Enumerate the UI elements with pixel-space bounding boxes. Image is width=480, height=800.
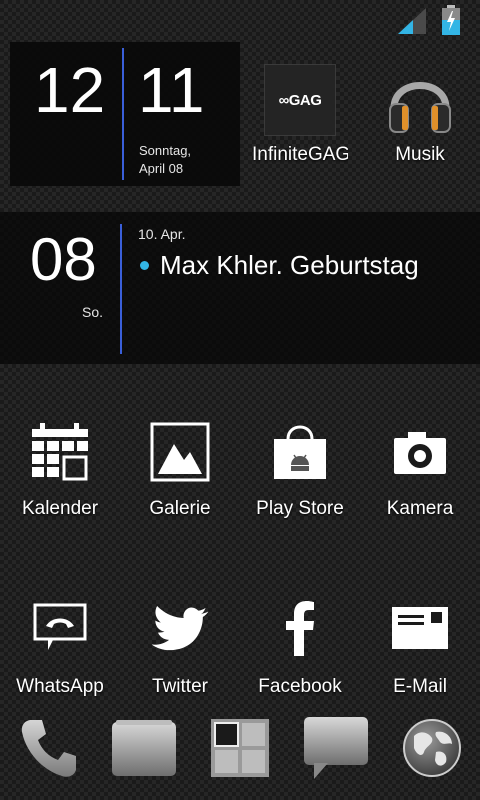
clock-date: April 08 — [139, 161, 184, 176]
app-musik[interactable]: Musik — [360, 64, 480, 166]
camera-icon — [388, 420, 452, 484]
messaging-icon — [302, 715, 370, 786]
dock-phone[interactable] — [0, 710, 96, 790]
app-email[interactable]: E-Mail — [360, 596, 480, 698]
dock-app-drawer[interactable] — [192, 710, 288, 790]
app-infinitegag[interactable]: ∞GAG InfiniteGAG — [240, 64, 360, 166]
battery-charging-icon — [442, 5, 460, 40]
calendar-day-number: 08 — [30, 226, 97, 293]
clock-minute: 11 — [138, 54, 205, 126]
app-label: Twitter — [152, 676, 208, 697]
facebook-icon — [268, 596, 332, 660]
app-label: Kalender — [21, 498, 99, 519]
dock-messaging[interactable] — [288, 710, 384, 790]
calendar-icon — [28, 420, 92, 484]
app-label: Musik — [395, 144, 445, 165]
browser-globe-icon — [402, 718, 462, 783]
status-bar[interactable] — [0, 0, 480, 38]
email-icon — [388, 596, 452, 660]
dock-browser[interactable] — [384, 710, 480, 790]
app-twitter[interactable]: Twitter — [120, 596, 240, 698]
app-drawer-icon — [210, 718, 270, 783]
dock — [0, 710, 480, 800]
event-dot-icon — [140, 261, 149, 270]
clock-divider — [122, 48, 124, 180]
app-whatsapp[interactable]: WhatsApp — [0, 596, 120, 698]
headphones-icon — [384, 64, 456, 136]
calendar-divider — [120, 224, 122, 354]
app-play-store[interactable]: Play Store — [240, 420, 360, 520]
clock-day: Sonntag, — [139, 143, 192, 158]
twitter-icon — [148, 596, 212, 660]
calendar-weekday: So. — [82, 304, 104, 320]
app-kamera[interactable]: Kamera — [360, 420, 480, 520]
app-galerie[interactable]: Galerie — [120, 420, 240, 520]
gallery-icon — [148, 420, 212, 484]
app-label: Galerie — [149, 498, 211, 519]
calendar-event-title[interactable]: Max Khler. Geburtstag — [160, 250, 419, 281]
app-label: WhatsApp — [16, 676, 104, 697]
contacts-icon — [110, 718, 178, 783]
phone-icon — [20, 716, 76, 785]
play-store-icon — [268, 420, 332, 484]
app-label: InfiniteGAG — [252, 144, 348, 165]
app-kalender[interactable]: Kalender — [0, 420, 120, 520]
infinitegag-icon: ∞GAG — [264, 64, 336, 136]
signal-icon — [398, 8, 426, 39]
dock-contacts[interactable] — [96, 710, 192, 790]
app-label: Facebook — [258, 676, 342, 697]
app-label: Kamera — [386, 498, 454, 519]
calendar-event-date: 10. Apr. — [138, 226, 186, 242]
app-label: Play Store — [256, 498, 344, 519]
clock-widget[interactable]: 12 11 Sonntag, April 08 — [10, 42, 240, 186]
app-label: E-Mail — [393, 676, 447, 697]
app-facebook[interactable]: Facebook — [240, 596, 360, 698]
whatsapp-icon — [28, 596, 92, 660]
clock-hour: 12 — [34, 54, 106, 126]
